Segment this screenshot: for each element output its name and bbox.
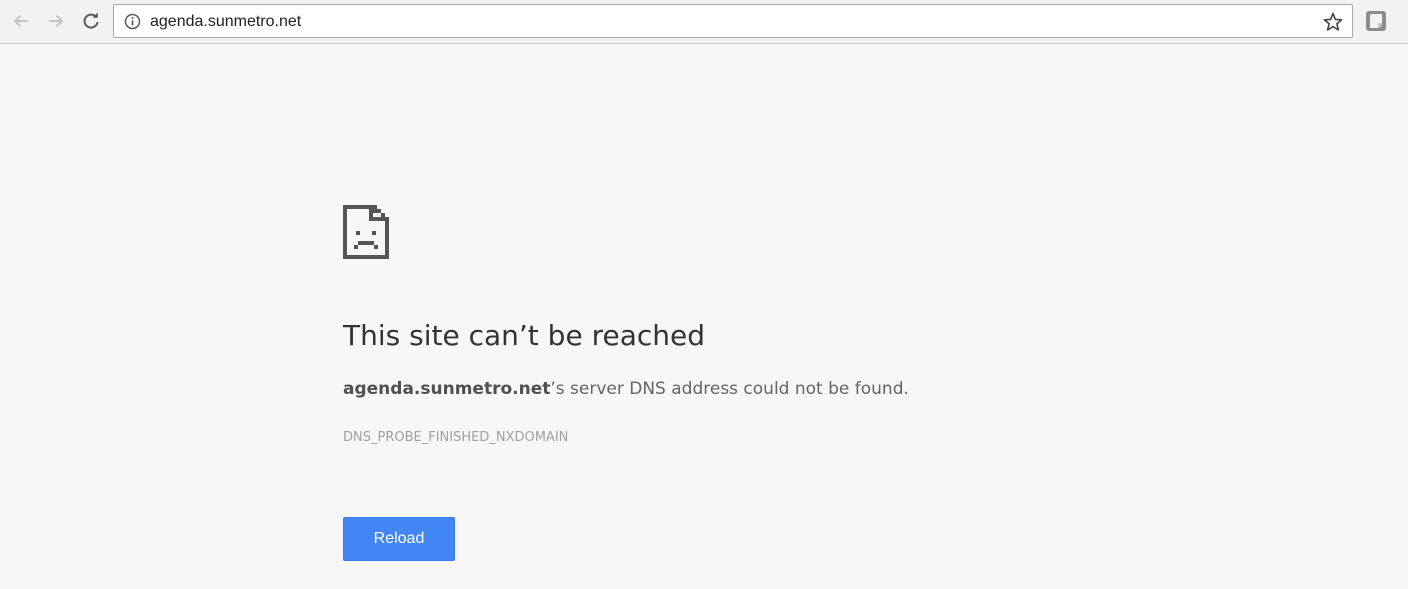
- error-code: DNS_PROBE_FINISHED_NXDOMAIN: [343, 430, 569, 445]
- reload-button[interactable]: Reload: [343, 517, 455, 561]
- reload-toolbar-button[interactable]: [77, 7, 105, 35]
- back-button[interactable]: [7, 7, 35, 35]
- extension-icon[interactable]: [1365, 10, 1387, 32]
- forward-button[interactable]: [42, 7, 70, 35]
- error-message: agenda.sunmetro.net’s server DNS address…: [343, 377, 909, 401]
- star-icon[interactable]: [1322, 11, 1344, 33]
- browser-toolbar: agenda.sunmetro.net: [0, 0, 1408, 44]
- info-circle-icon[interactable]: [124, 13, 141, 30]
- address-bar[interactable]: agenda.sunmetro.net: [113, 4, 1353, 38]
- reload-icon: [83, 12, 99, 29]
- sad-page-icon: [343, 205, 389, 259]
- error-title: This site can’t be reached: [343, 319, 705, 352]
- error-message-suffix: ’s server DNS address could not be found…: [550, 379, 909, 399]
- arrow-right-icon: [49, 14, 64, 28]
- url-text[interactable]: agenda.sunmetro.net: [150, 12, 301, 32]
- error-host: agenda.sunmetro.net: [343, 379, 551, 399]
- arrow-left-icon: [13, 14, 28, 28]
